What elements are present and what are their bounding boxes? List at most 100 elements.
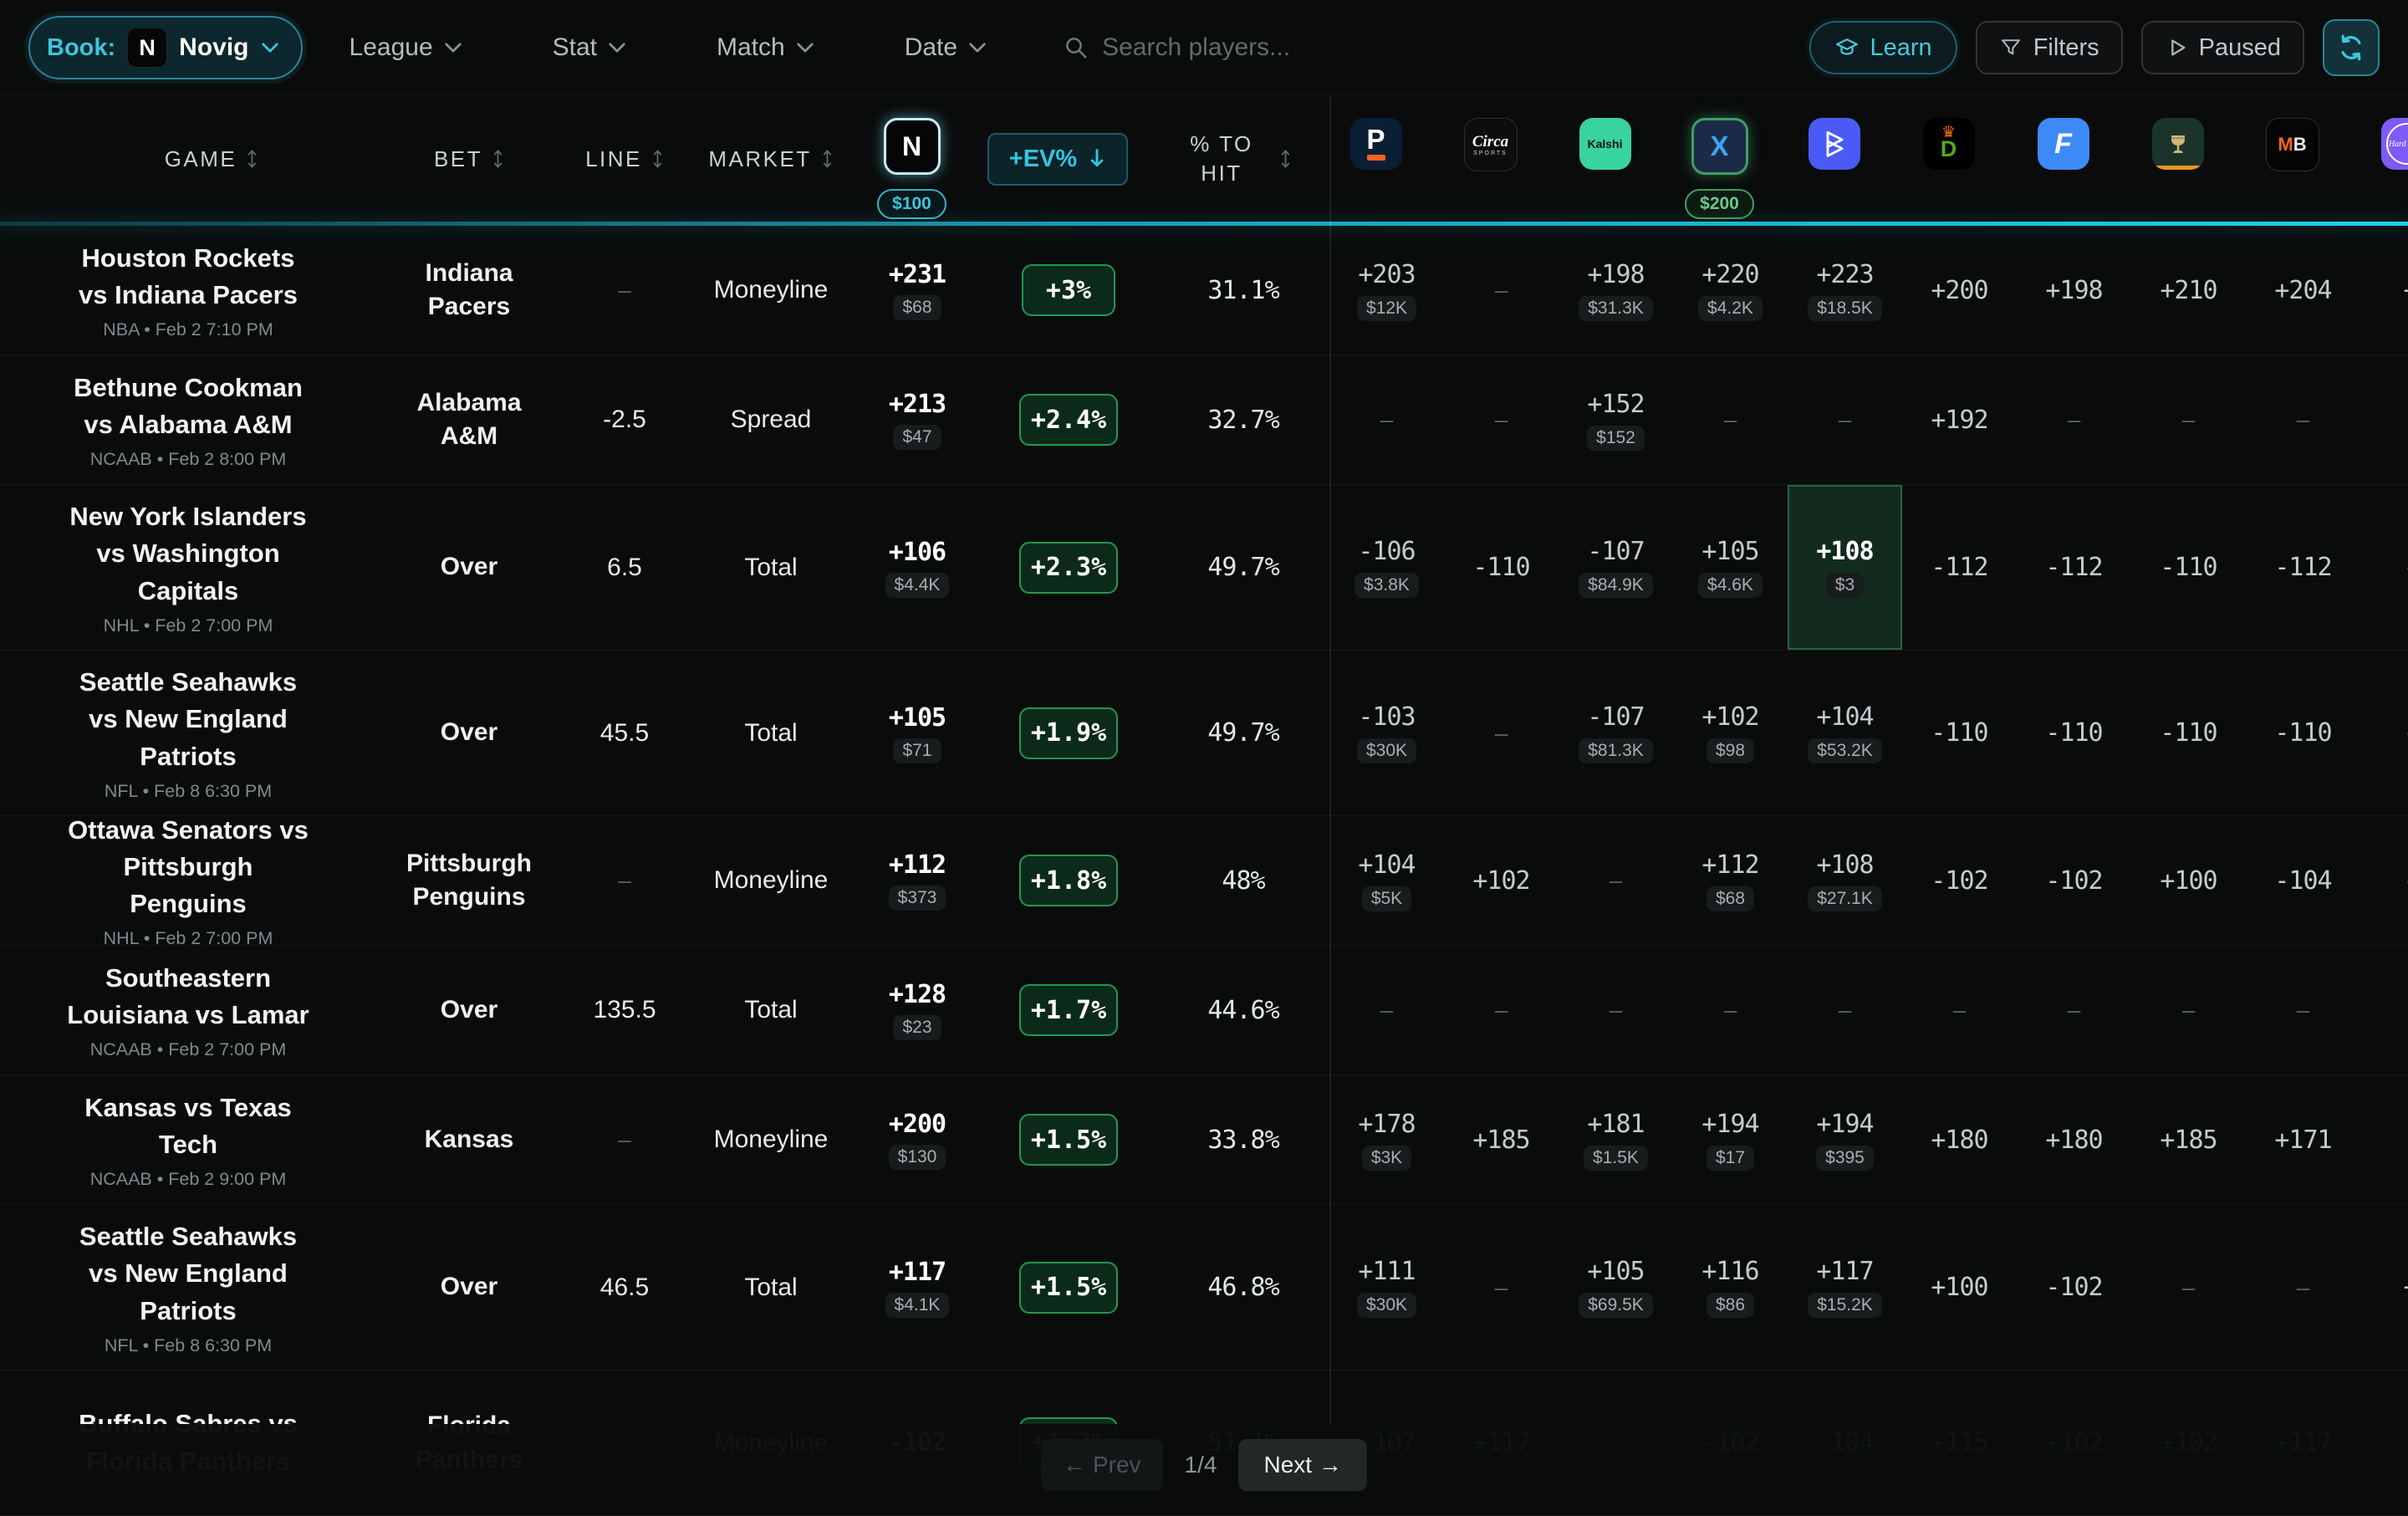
- column-header-line[interactable]: LINE: [562, 96, 687, 222]
- book-odds-cell[interactable]: +194$17: [1673, 1075, 1788, 1204]
- book-odds-cell[interactable]: +108$27.1K: [1788, 816, 1902, 945]
- menu-league[interactable]: League: [349, 33, 462, 62]
- game-cell[interactable]: Seattle Seahawks vs New England Patriots…: [0, 1205, 376, 1370]
- column-header-kalshi[interactable]: Kalshi: [1548, 96, 1662, 222]
- book-odds-cell[interactable]: -110: [2131, 651, 2246, 815]
- book-odds-cell[interactable]: -110: [1444, 485, 1559, 650]
- book-odds-cell[interactable]: +192: [1902, 355, 2017, 484]
- book-odds-cell[interactable]: -102: [2017, 816, 2131, 945]
- menu-match[interactable]: Match: [717, 33, 814, 62]
- book-odds-cell[interactable]: +180: [1902, 1075, 2017, 1204]
- book-odds-cell[interactable]: +104$53.2K: [1788, 651, 1902, 815]
- book-odds-cell[interactable]: +116$86: [1673, 1205, 1788, 1370]
- book-odds-cell[interactable]: -106$3.8K: [1329, 485, 1444, 650]
- book-odds-cell[interactable]: -107$81.3K: [1559, 651, 1673, 815]
- novig-odds-cell[interactable]: +128$23: [855, 946, 980, 1074]
- novig-odds-cell[interactable]: +200$130: [855, 1075, 980, 1204]
- column-header-game[interactable]: GAME: [0, 96, 376, 222]
- book-odds-cell[interactable]: +100: [2131, 816, 2246, 945]
- column-header-mybookie[interactable]: MB: [2235, 96, 2349, 222]
- book-odds-cell[interactable]: -110: [2017, 651, 2131, 815]
- book-odds-cell[interactable]: -107$84.9K: [1559, 485, 1673, 650]
- column-header-pct-to-hit[interactable]: % TO HIT: [1146, 96, 1319, 222]
- book-odds-cell[interactable]: +220$4.2K: [1673, 226, 1788, 355]
- game-cell[interactable]: Southeastern Louisiana vs LamarNCAAB • F…: [0, 946, 376, 1074]
- book-odds-cell[interactable]: +210: [2131, 226, 2246, 355]
- book-odds-cell[interactable]: +194$395: [1788, 1075, 1902, 1204]
- book-odds-cell[interactable]: +117$15.2K: [1788, 1205, 1902, 1370]
- book-odds-cell[interactable]: +203$12K: [1329, 226, 1444, 355]
- book-odds-cell[interactable]: -112: [2017, 485, 2131, 650]
- book-odds-cell[interactable]: +171: [2246, 1075, 2360, 1204]
- book-odds-cell[interactable]: +100: [1902, 1205, 2017, 1370]
- book-odds-cell[interactable]: -102: [2017, 1205, 2131, 1370]
- book-odds-cell[interactable]: +105$69.5K: [1559, 1205, 1673, 1370]
- book-odds-cell[interactable]: +200: [1902, 226, 2017, 355]
- book-odds-cell[interactable]: +102$98: [1673, 651, 1788, 815]
- book-odds-cell[interactable]: -110: [1902, 651, 2017, 815]
- book-odds-cell[interactable]: -104: [2246, 816, 2360, 945]
- book-odds-cell[interactable]: +1: [2360, 1205, 2408, 1370]
- column-header-blue-book[interactable]: [1777, 96, 1891, 222]
- ev-sort-button[interactable]: +EV%: [987, 133, 1128, 186]
- paused-button[interactable]: Paused: [2141, 21, 2304, 74]
- column-header-bet[interactable]: BET: [376, 96, 562, 222]
- column-header-novig[interactable]: N $100: [855, 96, 969, 222]
- column-header-prizepicks[interactable]: P: [1319, 96, 1433, 222]
- menu-date[interactable]: Date: [905, 33, 987, 62]
- book-selector[interactable]: Book: N Novig: [28, 16, 303, 79]
- book-odds-cell-highlighted[interactable]: +108$3: [1788, 485, 1902, 650]
- book-odds-cell[interactable]: +112$68: [1673, 816, 1788, 945]
- column-header-fanduel[interactable]: F: [2006, 96, 2120, 222]
- book-odds-cell[interactable]: -102: [1902, 816, 2017, 945]
- book-odds-cell[interactable]: +102: [1444, 816, 1559, 945]
- book-odds-cell[interactable]: -110: [2131, 485, 2246, 650]
- book-odds-cell[interactable]: +198$31.3K: [1559, 226, 1673, 355]
- column-header-circa[interactable]: CircaSPORTS: [1433, 96, 1548, 222]
- novig-odds-cell[interactable]: +112$373: [855, 816, 980, 945]
- book-odds-cell[interactable]: +181$1.5K: [1559, 1075, 1673, 1204]
- novig-odds-cell[interactable]: +213$47: [855, 355, 980, 484]
- menu-stat[interactable]: Stat: [553, 33, 626, 62]
- novig-odds-cell[interactable]: +117$4.1K: [855, 1205, 980, 1370]
- book-odds-cell[interactable]: -1: [2360, 651, 2408, 815]
- game-cell[interactable]: Kansas vs Texas TechNCAAB • Feb 2 9:00 P…: [0, 1075, 376, 1204]
- book-odds-cell[interactable]: -112: [1902, 485, 2017, 650]
- game-cell[interactable]: Houston Rockets vs Indiana PacersNBA • F…: [0, 226, 376, 355]
- game-cell[interactable]: Seattle Seahawks vs New England Patriots…: [0, 651, 376, 815]
- book-odds-cell[interactable]: +105$4.6K: [1673, 485, 1788, 650]
- filters-button[interactable]: Filters: [1976, 21, 2123, 74]
- book-odds-cell[interactable]: +180: [2017, 1075, 2131, 1204]
- book-odds-cell[interactable]: +152$152: [1559, 355, 1673, 484]
- book-odds-cell[interactable]: -110: [2246, 651, 2360, 815]
- column-header-prophetx[interactable]: X$200: [1662, 96, 1777, 222]
- book-odds-cell[interactable]: +178$3K: [1329, 1075, 1444, 1204]
- game-cell[interactable]: New York Islanders vs Washington Capital…: [0, 485, 376, 650]
- search-input[interactable]: Search players...: [1064, 33, 1290, 62]
- column-header-market[interactable]: MARKET: [687, 96, 855, 222]
- novig-odds-cell[interactable]: +106$4.4K: [855, 485, 980, 650]
- book-odds-cell[interactable]: +185: [2131, 1075, 2246, 1204]
- book-odds-cell[interactable]: +198: [2017, 226, 2131, 355]
- next-page-button[interactable]: Next →: [1238, 1439, 1366, 1491]
- novig-odds-cell[interactable]: +231$68: [855, 226, 980, 355]
- book-odds-cell[interactable]: +223$18.5K: [1788, 226, 1902, 355]
- learn-button[interactable]: Learn: [1809, 21, 1957, 74]
- book-odds-cell[interactable]: +204: [2246, 226, 2360, 355]
- book-odds-cell[interactable]: -103$30K: [1329, 651, 1444, 815]
- book-odds-cell[interactable]: +104$5K: [1329, 816, 1444, 945]
- game-cell[interactable]: Ottawa Senators vs Pittsburgh PenguinsNH…: [0, 816, 376, 945]
- book-odds-cell[interactable]: -1: [2360, 485, 2408, 650]
- column-header-draftkings[interactable]: ♛D: [1891, 96, 2006, 222]
- refresh-button[interactable]: [2323, 19, 2380, 76]
- book-odds-cell[interactable]: -1: [2360, 816, 2408, 945]
- column-header-trophy-book[interactable]: [2120, 96, 2235, 222]
- column-header-hardrock[interactable]: Hard Rock: [2349, 96, 2408, 222]
- book-odds-cell[interactable]: +185: [1444, 1075, 1559, 1204]
- book-odds-cell[interactable]: +111$30K: [1329, 1205, 1444, 1370]
- game-cell[interactable]: Bethune Cookman vs Alabama A&MNCAAB • Fe…: [0, 355, 376, 484]
- book-odds-cell[interactable]: -112: [2246, 485, 2360, 650]
- book-odds-cell[interactable]: +1: [2360, 226, 2408, 355]
- prev-page-button[interactable]: ← Prev: [1041, 1439, 1162, 1491]
- novig-odds-cell[interactable]: +105$71: [855, 651, 980, 815]
